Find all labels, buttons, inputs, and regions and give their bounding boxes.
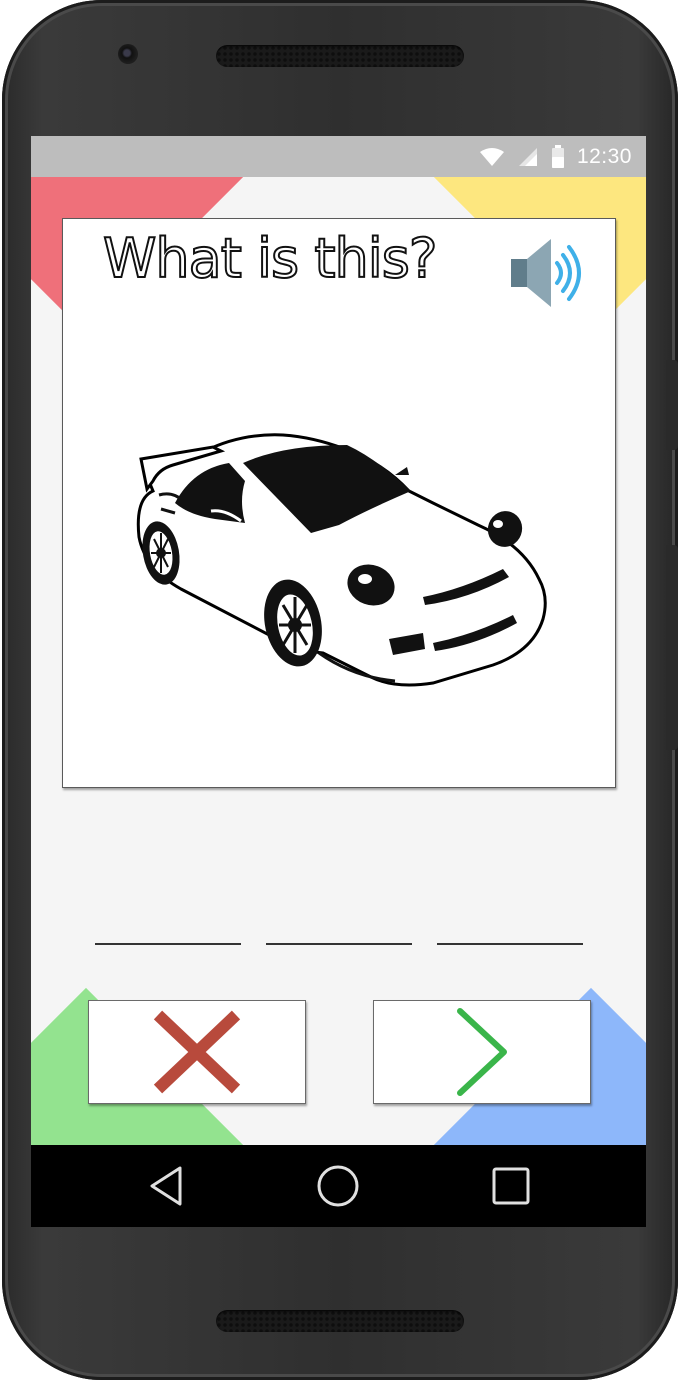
car-illustration (136, 433, 547, 687)
navigation-bar (31, 1145, 646, 1227)
home-button[interactable] (313, 1161, 363, 1211)
volume-button (666, 360, 678, 450)
screen: 12:30 What is this? (31, 136, 646, 1227)
play-sound-button[interactable] (509, 235, 589, 311)
wifi-icon (479, 147, 505, 167)
battery-icon (551, 144, 565, 169)
back-triangle-icon (150, 1166, 182, 1206)
wrong-button[interactable] (88, 1000, 306, 1104)
power-button (666, 545, 678, 750)
answer-blanks (95, 943, 583, 945)
x-icon (153, 1010, 241, 1094)
recent-apps-button[interactable] (486, 1161, 536, 1211)
recent-apps-square-icon (492, 1167, 530, 1205)
question-card: What is this? (62, 218, 616, 788)
answer-blank-3[interactable] (437, 943, 583, 945)
bottom-speaker (216, 1310, 464, 1332)
question-title: What is this? (102, 226, 439, 291)
earpiece-speaker (216, 45, 464, 67)
next-button[interactable] (373, 1000, 591, 1104)
back-button[interactable] (141, 1161, 191, 1211)
quiz-screen: What is this? (31, 177, 646, 1145)
chevron-right-icon (457, 1008, 507, 1096)
answer-blank-2[interactable] (266, 943, 412, 945)
front-camera (118, 44, 138, 64)
answer-blank-1[interactable] (95, 943, 241, 945)
status-bar: 12:30 (31, 136, 646, 177)
speaker-volume-icon (511, 239, 581, 307)
status-time: 12:30 (576, 144, 632, 168)
signal-icon (517, 147, 539, 167)
home-circle-icon (317, 1165, 359, 1207)
